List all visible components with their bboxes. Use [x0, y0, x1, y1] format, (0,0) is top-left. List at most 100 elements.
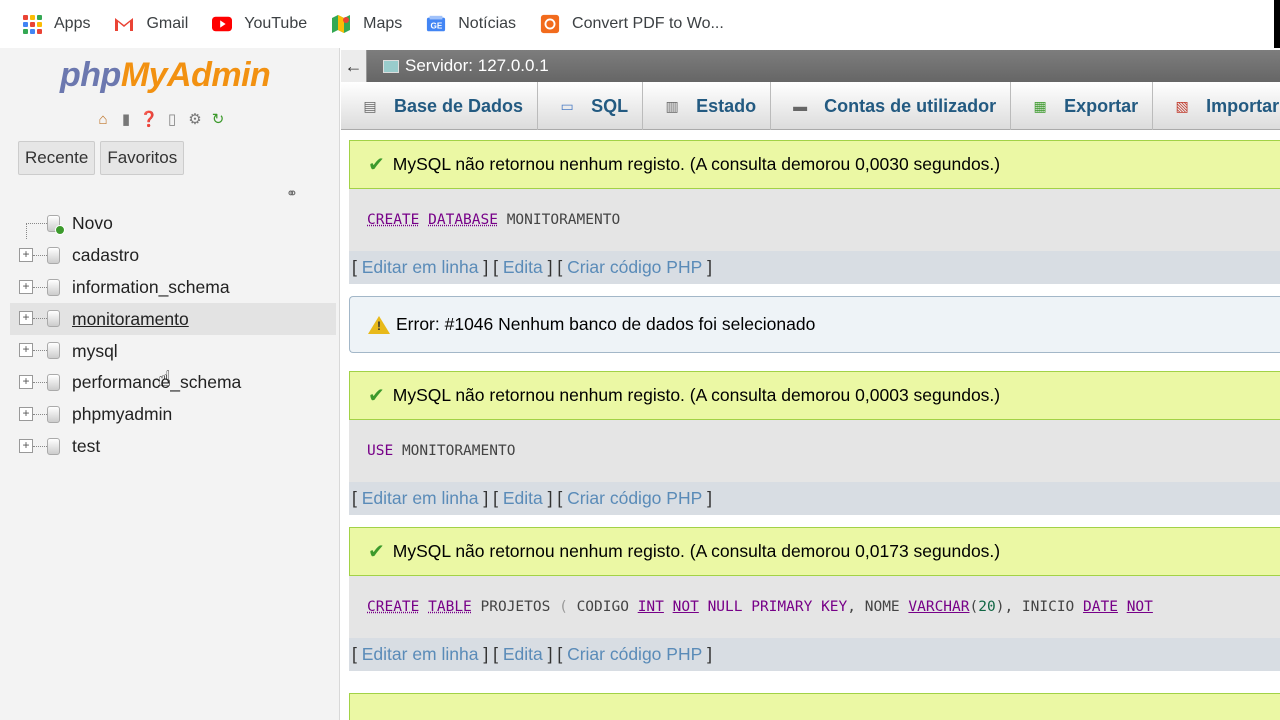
tab-import[interactable]: ▧ Importar [1153, 82, 1280, 130]
sql-keyword[interactable]: DATE [1083, 599, 1118, 615]
sql-punct: , [847, 599, 856, 615]
expand-icon[interactable]: + [19, 406, 33, 421]
database-icon [47, 278, 60, 296]
sql-keyword[interactable]: INT [638, 599, 664, 615]
sql-keyword[interactable]: NOT [1127, 599, 1153, 615]
expand-icon[interactable]: + [19, 247, 33, 262]
home-icon[interactable]: ⌂ [92, 108, 114, 130]
new-icon [55, 225, 65, 235]
server-link[interactable]: Servidor: 127.0.0.1 [383, 56, 549, 76]
create-php-code-link[interactable]: Criar código PHP [567, 644, 702, 665]
create-php-code-link[interactable]: Criar código PHP [567, 257, 702, 278]
edit-link[interactable]: Edita [503, 644, 543, 665]
logo-php: php [60, 56, 121, 94]
expand-icon[interactable]: + [19, 374, 33, 389]
tab-label: Estado [696, 95, 757, 116]
sql-identifier: MONITORAMENTO [401, 443, 516, 459]
sql-keyword[interactable]: VARCHAR [908, 599, 969, 615]
collapse-sidebar-button[interactable]: ← [341, 50, 367, 82]
tree-item-cadastro[interactable]: + cadastro [10, 240, 336, 272]
success-text: MySQL não retornou nenhum registo. (A co… [392, 154, 1001, 174]
svg-text:GE: GE [431, 22, 443, 31]
edit-link[interactable]: Edita [503, 257, 543, 278]
sql-keyword[interactable]: CREATE [367, 212, 419, 228]
tree-item-label: Novo [72, 213, 113, 234]
sql-identifier: PROJETOS [480, 599, 551, 615]
expand-icon[interactable]: + [19, 438, 33, 453]
sql-keyword: NULL [707, 599, 743, 615]
sql-keyword[interactable]: TABLE [428, 599, 472, 615]
bracket: ] [ [547, 257, 563, 277]
tree-item-test[interactable]: + test [10, 431, 336, 463]
phpmyadmin-logo[interactable]: phpMyAdmin [60, 56, 271, 95]
tree-item-label: test [72, 435, 101, 456]
tree-item-monitoramento[interactable]: + monitoramento [10, 303, 336, 336]
tab-export[interactable]: ▦ Exportar [1011, 82, 1154, 130]
maps-icon [331, 14, 351, 34]
bracket: ] [ [483, 488, 498, 508]
tree-item-label: monitoramento [72, 308, 189, 329]
logout-icon[interactable]: ▮ [115, 108, 137, 130]
success-text: MySQL não retornou nenhum registo. (A co… [392, 541, 1001, 561]
help-icon[interactable]: ❓ [138, 108, 160, 130]
check-icon: ✔ [368, 541, 385, 563]
database-icon [47, 342, 60, 360]
bookmark-convert-pdf[interactable]: Convert PDF to Wo... [540, 14, 724, 34]
sql-identifier: MONITORAMENTO [506, 212, 621, 228]
tab-user-accounts[interactable]: ▬ Contas de utilizador [771, 82, 1012, 130]
tab-databases[interactable]: ▤ Base de Dados [341, 82, 539, 130]
sql-keyword[interactable]: NOT [673, 599, 699, 615]
reload-icon[interactable]: ↻ [207, 108, 229, 130]
sql-keyword[interactable]: DATABASE [428, 212, 498, 228]
bookmark-label: Convert PDF to Wo... [572, 15, 724, 32]
gear-icon[interactable]: ⚙ [184, 108, 206, 130]
tab-status[interactable]: ▥ Estado [643, 82, 772, 130]
error-text: Error: #1046 Nenhum banco de dados foi s… [396, 314, 816, 334]
docs-icon[interactable]: ▯ [161, 108, 183, 130]
success-message: ✔ MySQL não retornou nenhum registo. (A … [349, 527, 1280, 576]
tab-label: Base de Dados [394, 95, 524, 116]
recent-button[interactable]: Recente [18, 141, 96, 175]
bookmark-news[interactable]: GE Notícias [426, 14, 516, 34]
sql-keyword[interactable]: CREATE [367, 599, 419, 615]
bookmark-apps[interactable]: Apps [22, 14, 90, 34]
create-php-code-link[interactable]: Criar código PHP [567, 488, 702, 509]
bookmark-maps[interactable]: Maps [331, 14, 402, 34]
link-icon[interactable]: ⚭ [286, 185, 306, 201]
tab-label: Contas de utilizador [824, 95, 997, 116]
expand-icon[interactable]: + [19, 279, 33, 294]
success-text: MySQL não retornou nenhum registo. (A co… [392, 385, 1001, 405]
tree-item-performance-schema[interactable]: + performance_schema [10, 367, 336, 399]
tree-item-information-schema[interactable]: + information_schema [10, 272, 336, 304]
database-icon [47, 373, 60, 391]
tree-item-novo[interactable]: Novo [10, 208, 336, 240]
database-icon [47, 437, 60, 455]
database-icon [47, 310, 60, 328]
sql-query: CREATE DATABASE MONITORAMENTO [349, 189, 1280, 251]
quick-icons: ⌂ ▮ ❓ ▯ ⚙ ↻ [92, 108, 230, 130]
query-actions: [ Editar em linha ] [ Edita ] [ Criar có… [349, 638, 1280, 671]
bracket: ] [707, 488, 713, 508]
tab-label: SQL [591, 95, 629, 116]
expand-icon[interactable]: + [19, 311, 33, 326]
sql-punct: ( [559, 599, 568, 615]
bookmark-youtube[interactable]: YouTube [212, 14, 307, 34]
sql-punct: , [1004, 599, 1014, 615]
apps-grid-icon [22, 14, 42, 34]
sql-query: USE MONITORAMENTO [349, 420, 1280, 482]
tree-item-label: mysql [72, 340, 118, 361]
edit-inline-link[interactable]: Editar em linha [362, 488, 479, 509]
favorites-button[interactable]: Favoritos [100, 141, 185, 175]
edit-inline-link[interactable]: Editar em linha [362, 644, 479, 665]
edit-inline-link[interactable]: Editar em linha [362, 257, 479, 278]
tree-item-label: performance_schema [72, 372, 242, 393]
tree-item-phpmyadmin[interactable]: + phpmyadmin [10, 399, 336, 431]
database-tree: Novo + cadastro + information_schema + m… [10, 208, 336, 462]
edit-link[interactable]: Edita [503, 488, 543, 509]
error-message: Error: #1046 Nenhum banco de dados foi s… [349, 296, 1280, 353]
tree-item-mysql[interactable]: + mysql [10, 335, 336, 367]
bookmark-gmail[interactable]: Gmail [114, 14, 188, 34]
expand-icon[interactable]: + [19, 343, 33, 358]
tab-label: Exportar [1064, 95, 1139, 116]
tab-sql[interactable]: ▭ SQL [538, 82, 644, 130]
